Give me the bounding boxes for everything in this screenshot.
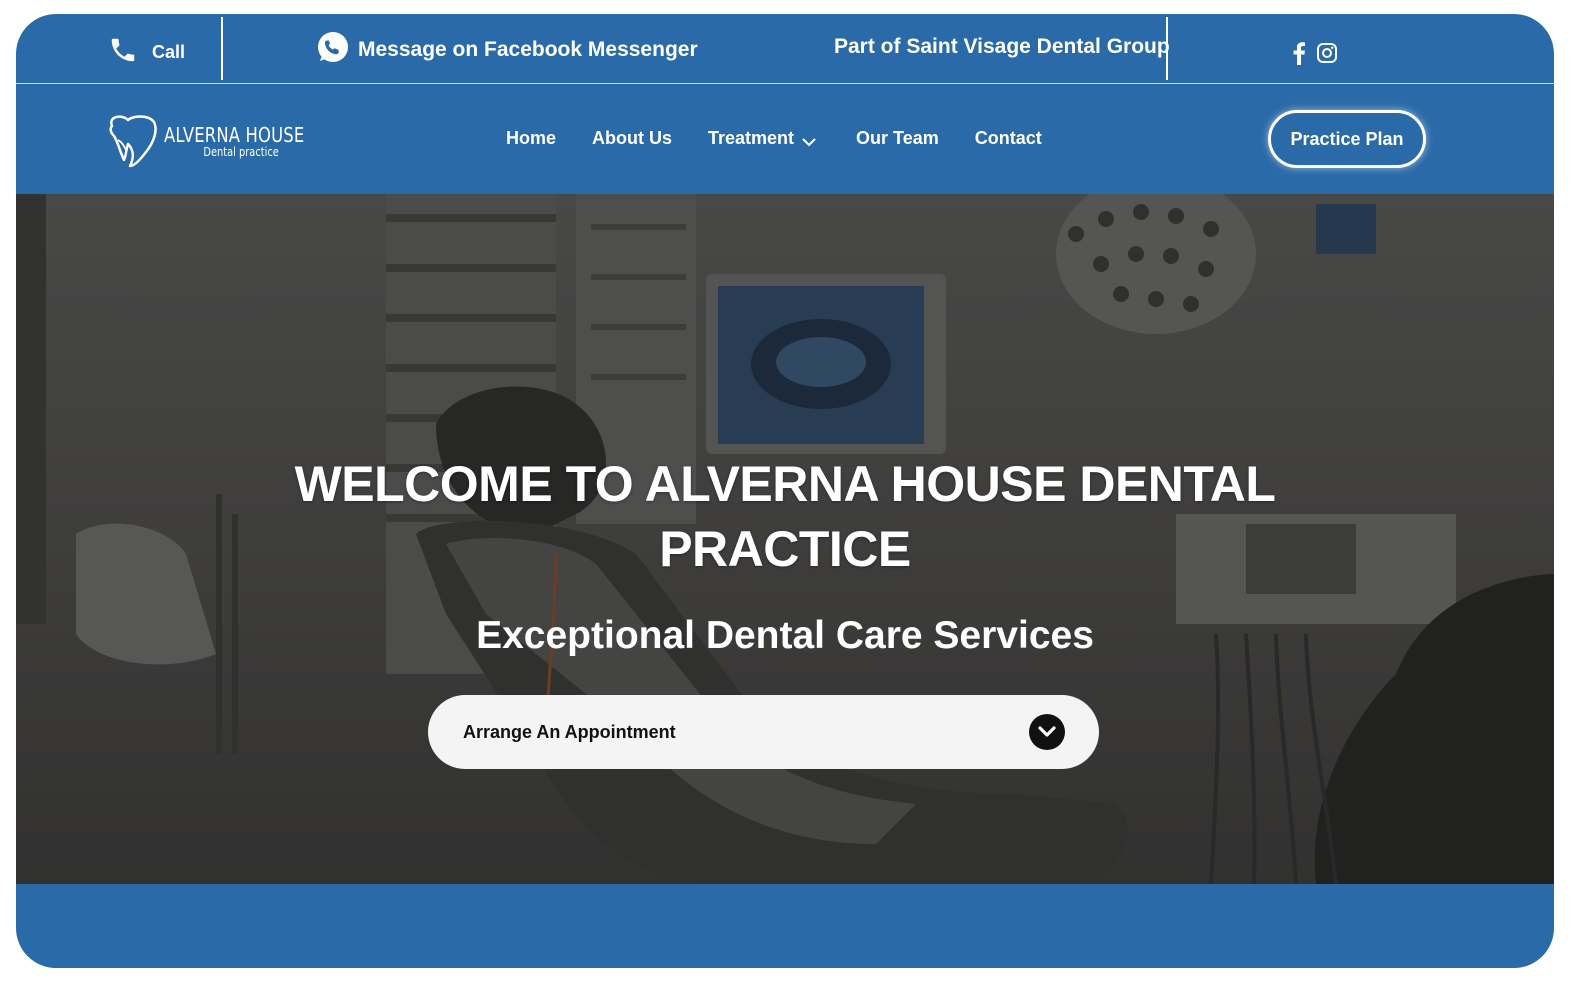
- messenger-link[interactable]: Message on Facebook Messenger: [316, 30, 698, 69]
- hero-title-line-2: PRACTICE: [659, 521, 911, 577]
- chevron-down-circle-icon[interactable]: [1029, 714, 1065, 750]
- group-affiliation[interactable]: Part of Saint Visage Dental Group: [834, 35, 1170, 59]
- practice-plan-button[interactable]: Practice Plan: [1268, 110, 1426, 168]
- hero-title-line-1: WELCOME TO ALVERNA HOUSE DENTAL: [294, 456, 1276, 512]
- nav-item-home[interactable]: Home: [506, 128, 556, 149]
- logo-title: ALVERNA HOUSE: [164, 123, 305, 147]
- hero-title: WELCOME TO ALVERNA HOUSE DENTAL PRACTICE: [16, 452, 1554, 582]
- arrange-appointment-dropdown[interactable]: Arrange An Appointment: [428, 695, 1099, 769]
- site-logo[interactable]: ALVERNA HOUSE Dental practice: [104, 112, 335, 173]
- top-bar: Call Message on Facebook Messenger Part …: [16, 14, 1554, 84]
- messenger-icon: [316, 30, 350, 69]
- instagram-icon[interactable]: [1316, 42, 1338, 69]
- facebook-icon[interactable]: [1292, 41, 1306, 70]
- nav-item-treatment[interactable]: Treatment: [708, 128, 816, 149]
- chevron-down-icon: [802, 137, 816, 147]
- nav-item-contact[interactable]: Contact: [975, 128, 1042, 149]
- nav-item-treatment-label: Treatment: [708, 128, 795, 148]
- hero-section: WELCOME TO ALVERNA HOUSE DENTAL PRACTICE…: [16, 194, 1554, 884]
- topbar-divider: [1166, 17, 1168, 80]
- logo-subtitle: Dental practice: [203, 145, 279, 159]
- messenger-label: Message on Facebook Messenger: [358, 37, 698, 61]
- call-label: Call: [152, 41, 186, 62]
- page-frame: Call Message on Facebook Messenger Part …: [16, 14, 1554, 968]
- main-navbar: ALVERNA HOUSE Dental practice Home About…: [16, 84, 1554, 194]
- call-link[interactable]: Call: [108, 38, 185, 66]
- hero-subtitle: Exceptional Dental Care Services: [476, 614, 1094, 657]
- nav-item-about-us[interactable]: About Us: [592, 128, 672, 149]
- topbar-divider: [221, 17, 223, 80]
- phone-icon: [108, 35, 138, 70]
- nav-menu: Home About Us Treatment Our Team Contact: [506, 128, 1042, 149]
- nav-item-our-team[interactable]: Our Team: [856, 128, 939, 149]
- tooth-logo-icon: [104, 112, 160, 173]
- appointment-label: Arrange An Appointment: [463, 721, 676, 742]
- social-links: [1292, 41, 1338, 70]
